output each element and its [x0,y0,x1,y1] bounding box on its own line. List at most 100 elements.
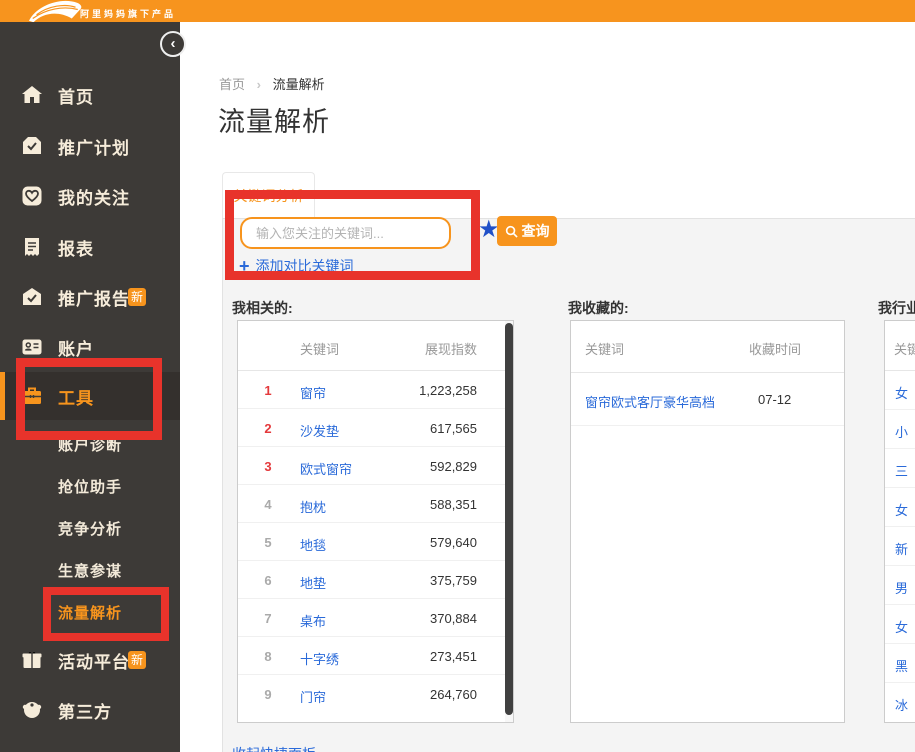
new-badge: 新 [128,288,146,306]
column-header-impression-index: 展现指数 [425,339,477,358]
brand-tagline: 阿里妈妈旗下产品 [80,7,176,20]
column-header-keyword: 关键词 [585,339,624,358]
table-row: 9 门帘 264,760 [238,675,513,713]
sidebar-item-label: 推广计划 [58,134,130,159]
search-icon [505,225,518,238]
collapse-quick-panel-link[interactable]: 收起快捷面板 [232,744,316,752]
impression-index-cell: 617,565 [430,421,477,436]
account-icon [20,335,44,359]
keyword-link[interactable]: 三 [895,461,908,480]
sidebar-item-label: 推广报告 [58,285,130,310]
impression-index-cell: 370,884 [430,611,477,626]
table-row: 女 [885,605,915,644]
table-row: 新 [885,527,915,566]
sidebar-item-reports[interactable]: 报表 [0,222,180,272]
keyword-link[interactable]: 男 [895,578,908,597]
promo-report-icon [20,285,44,309]
impression-index-cell: 588,351 [430,497,477,512]
sidebar-item-activity-platform[interactable]: 活动平台 新 [0,635,180,685]
sidebar-item-favorites[interactable]: 我的关注 [0,171,180,221]
rank-cell: 1 [256,383,280,398]
table-header: 关键词 展现指数 [238,321,513,371]
table-row: 5 地毯 579,640 [238,523,513,561]
keyword-link[interactable]: 女 [895,500,908,519]
sidebar-item-tools[interactable]: 工具 [0,372,180,420]
keyword-search-input[interactable] [240,217,451,249]
alimama-logo-icon [26,0,86,22]
keyword-link[interactable]: 小 [895,422,908,441]
sidebar-item-home[interactable]: 首页 [0,70,180,120]
sidebar-item-label: 我的关注 [58,184,130,209]
gift-icon [20,648,44,672]
table-row: 女 [885,371,915,410]
breadcrumb-home-link[interactable]: 首页 [219,77,245,92]
keyword-link[interactable]: 新 [895,539,908,558]
submenu-item-label: 账户诊断 [58,434,122,455]
keyword-link[interactable]: 欧式窗帘 [300,459,352,478]
impression-index-cell: 375,759 [430,573,477,588]
rank-cell: 3 [256,459,280,474]
sidebar-collapse-button[interactable]: ‹ [160,31,186,57]
sidebar-item-label: 报表 [58,235,94,260]
keyword-link[interactable]: 黑 [895,656,908,675]
third-party-icon [20,698,44,722]
keyword-link[interactable]: 抱枕 [300,497,326,516]
submenu-item-rank-assistant[interactable]: 抢位助手 [0,472,180,500]
submenu-item-label: 抢位助手 [58,476,122,497]
column-header-favorite-time: 收藏时间 [749,339,801,358]
table-row: 三 [885,449,915,488]
table-header: 关键词 [885,321,915,371]
rank-cell: 2 [256,421,280,436]
favorites-table: 关键词 收藏时间 窗帘欧式客厅豪华高档 07-12 [570,320,845,723]
top-brand-bar: 阿里妈妈旗下产品 [0,0,915,22]
table-row: 1 窗帘 1,223,258 [238,371,513,409]
keyword-link[interactable]: 地毯 [300,535,326,554]
submenu-item-business-advisor[interactable]: 生意参谋 [0,556,180,584]
sidebar-item-label: 首页 [58,83,94,108]
sidebar-item-plan[interactable]: 推广计划 [0,121,180,171]
table-row: 女 [885,488,915,527]
keyword-link[interactable]: 门帘 [300,687,326,706]
tab-keyword-analysis[interactable]: 关键词分析 [222,172,315,218]
new-badge: 新 [128,651,146,669]
rank-cell: 8 [256,649,280,664]
keyword-link[interactable]: 女 [895,617,908,636]
submenu-item-account-diagnosis[interactable]: 账户诊断 [0,430,180,458]
keyword-link[interactable]: 地垫 [300,573,326,592]
related-panel-title: 我相关的: [232,298,293,318]
query-button[interactable]: 查询 [497,216,557,246]
table-row: 男 [885,566,915,605]
submenu-item-competition-analysis[interactable]: 竞争分析 [0,514,180,542]
app-window: 阿里妈妈旗下产品 首页 推广计划 我的关注 [0,0,915,752]
sidebar-item-promo-report[interactable]: 推广报告 新 [0,272,180,322]
plan-icon [20,134,44,158]
table-header: 关键词 收藏时间 [571,321,844,373]
table-row: 2 沙发垫 617,565 [238,409,513,447]
impression-index-cell: 592,829 [430,459,477,474]
breadcrumb-current: 流量解析 [273,77,325,92]
favorite-time-cell: 07-12 [758,392,791,407]
keyword-link[interactable]: 沙发垫 [300,421,339,440]
column-header-keyword: 关键词 [300,339,339,358]
keyword-link[interactable]: 窗帘欧式客厅豪华高档 [585,392,715,411]
add-compare-keyword-label: 添加对比关键词 [256,256,354,276]
keyword-link[interactable]: 冰 [895,695,908,714]
submenu-item-traffic-analysis[interactable]: 流量解析 [0,598,180,626]
keyword-link[interactable]: 桌布 [300,611,326,630]
submenu-item-label: 生意参谋 [58,560,122,581]
page-title: 流量解析 [218,100,330,139]
table-row: 冰 [885,683,915,722]
scrollbar-thumb[interactable] [505,323,513,715]
keyword-link[interactable]: 女 [895,383,908,402]
impression-index-cell: 264,760 [430,687,477,702]
keyword-link[interactable]: 窗帘 [300,383,326,402]
sidebar-item-third-party[interactable]: 第三方 [0,685,180,735]
rank-cell: 7 [256,611,280,626]
rank-cell: 9 [256,687,280,702]
add-compare-keyword-link[interactable]: + 添加对比关键词 [239,256,354,276]
keyword-link[interactable]: 十字绣 [300,649,339,668]
breadcrumb-chevron-icon: › [257,77,261,92]
sidebar-item-account[interactable]: 账户 [0,322,180,372]
table-row: 小 [885,410,915,449]
impression-index-cell: 273,451 [430,649,477,664]
